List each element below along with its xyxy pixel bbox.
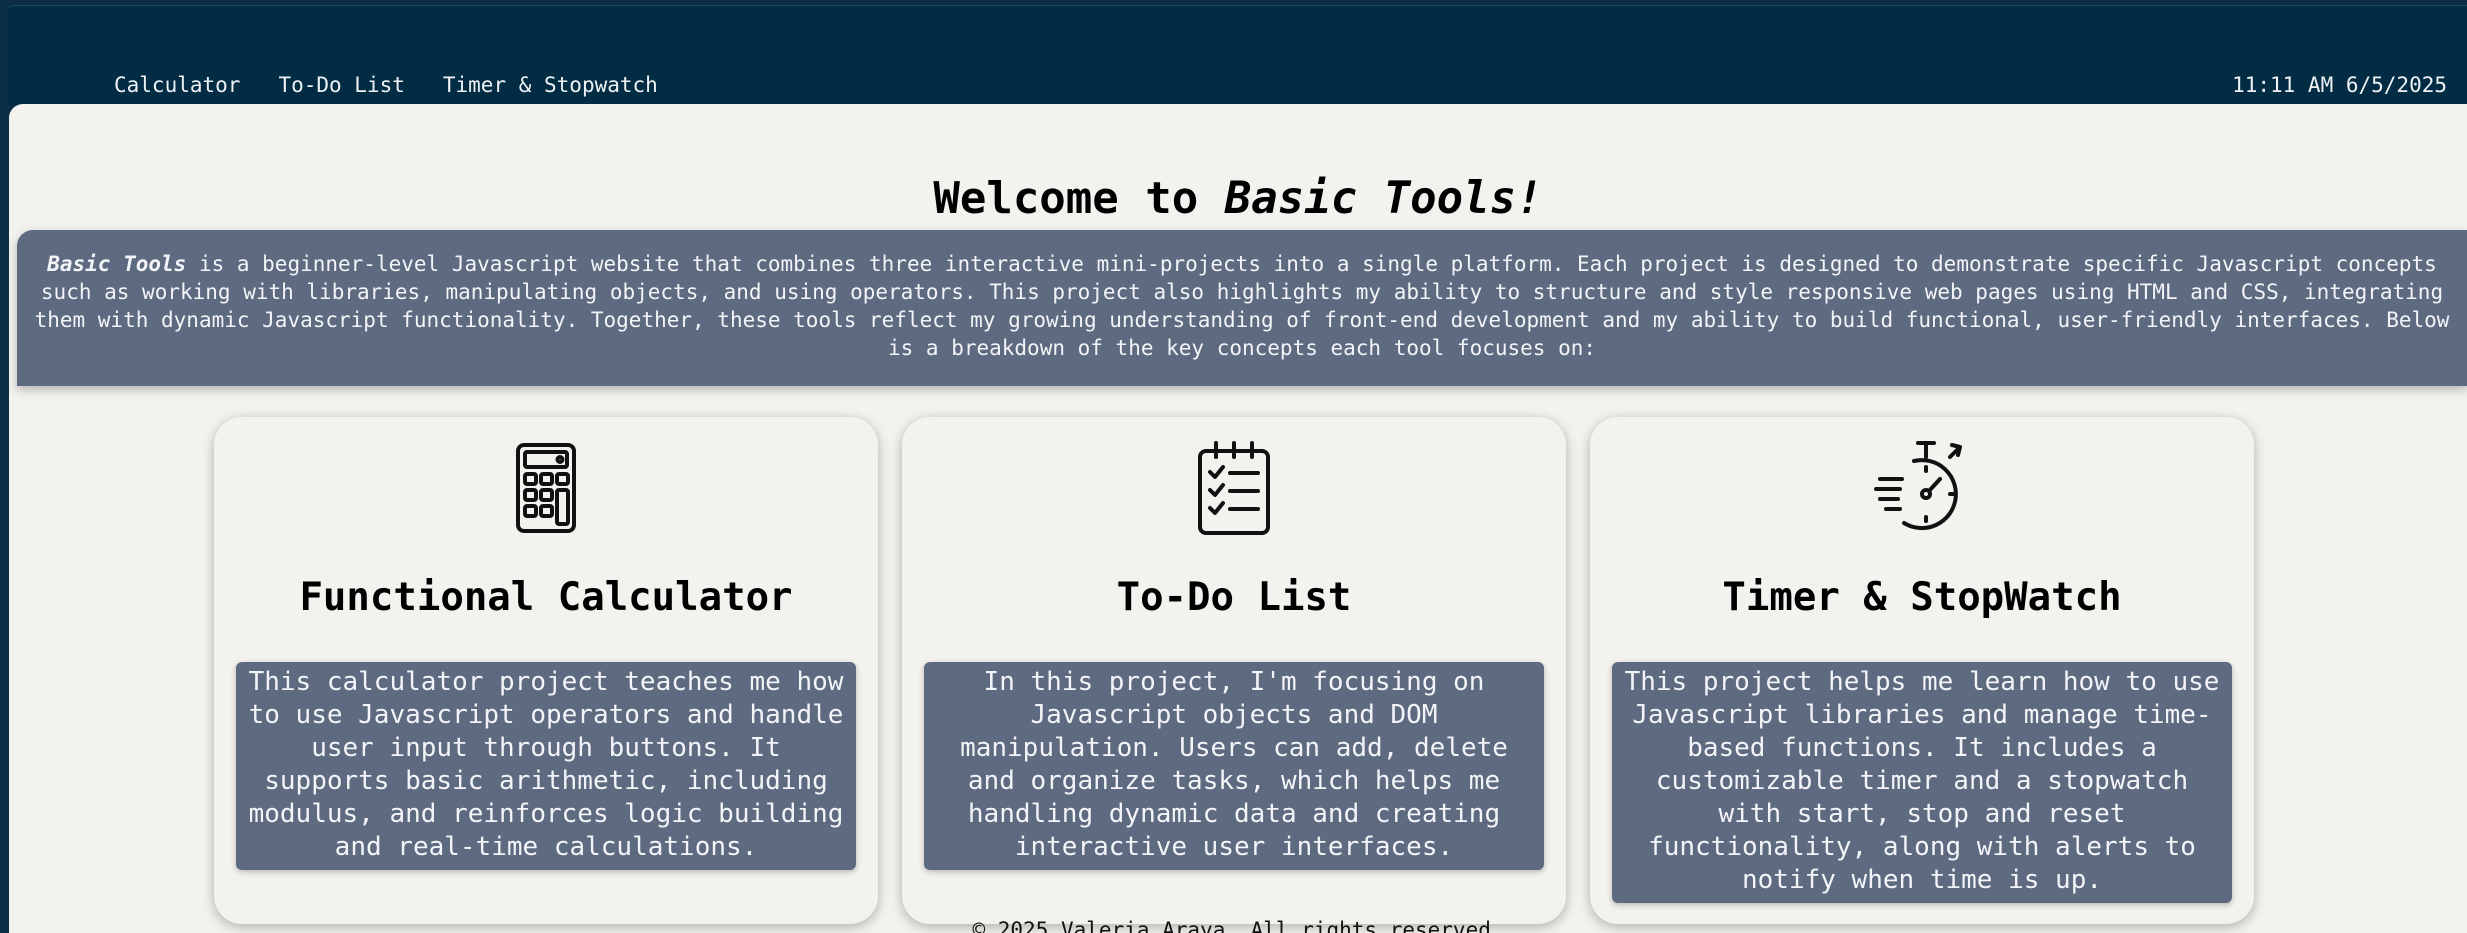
footer-copyright: © 2025 Valeria Araya. All rights reserve… [972, 918, 1504, 933]
clipboard-checklist-icon [1198, 441, 1270, 535]
top-nav-bar: Calculator To-Do List Timer & Stopwatch … [8, 5, 2467, 106]
nav-link-timer-stopwatch[interactable]: Timer & Stopwatch [443, 73, 658, 97]
card-title: Timer & StopWatch [1722, 575, 2122, 620]
nav-link-calculator[interactable]: Calculator [114, 73, 240, 97]
card-title: Functional Calculator [299, 575, 793, 620]
title-emphasis: Basic Tools! [1224, 173, 1543, 225]
calculator-icon [516, 443, 576, 533]
stopwatch-icon [1874, 441, 1962, 531]
title-prefix: Welcome to [933, 173, 1225, 225]
page-title: Welcome to Basic Tools! [9, 173, 2467, 224]
card-description: This calculator project teaches me how t… [236, 662, 856, 870]
nav-link-todo-list[interactable]: To-Do List [278, 73, 404, 97]
clock-display: 11:11 AM 6/5/2025 [2232, 73, 2447, 97]
card-todo-list[interactable]: To-Do List In this project, I'm focusing… [902, 417, 1566, 924]
card-calculator[interactable]: Functional Calculator This calculator pr… [214, 417, 878, 924]
intro-emphasis: Basic Tools [47, 252, 187, 276]
card-description: In this project, I'm focusing on Javascr… [924, 662, 1544, 870]
intro-text: is a beginner-level Javascript website t… [34, 252, 2450, 360]
nav-links: Calculator To-Do List Timer & Stopwatch [114, 73, 658, 97]
card-timer-stopwatch[interactable]: Timer & StopWatch This project helps me … [1590, 417, 2254, 924]
card-title: To-Do List [1116, 575, 1352, 620]
main-content: Welcome to Basic Tools! Basic Tools is a… [9, 104, 2467, 933]
card-description: This project helps me learn how to use J… [1612, 662, 2232, 903]
intro-panel: Basic Tools is a beginner-level Javascri… [17, 230, 2467, 386]
